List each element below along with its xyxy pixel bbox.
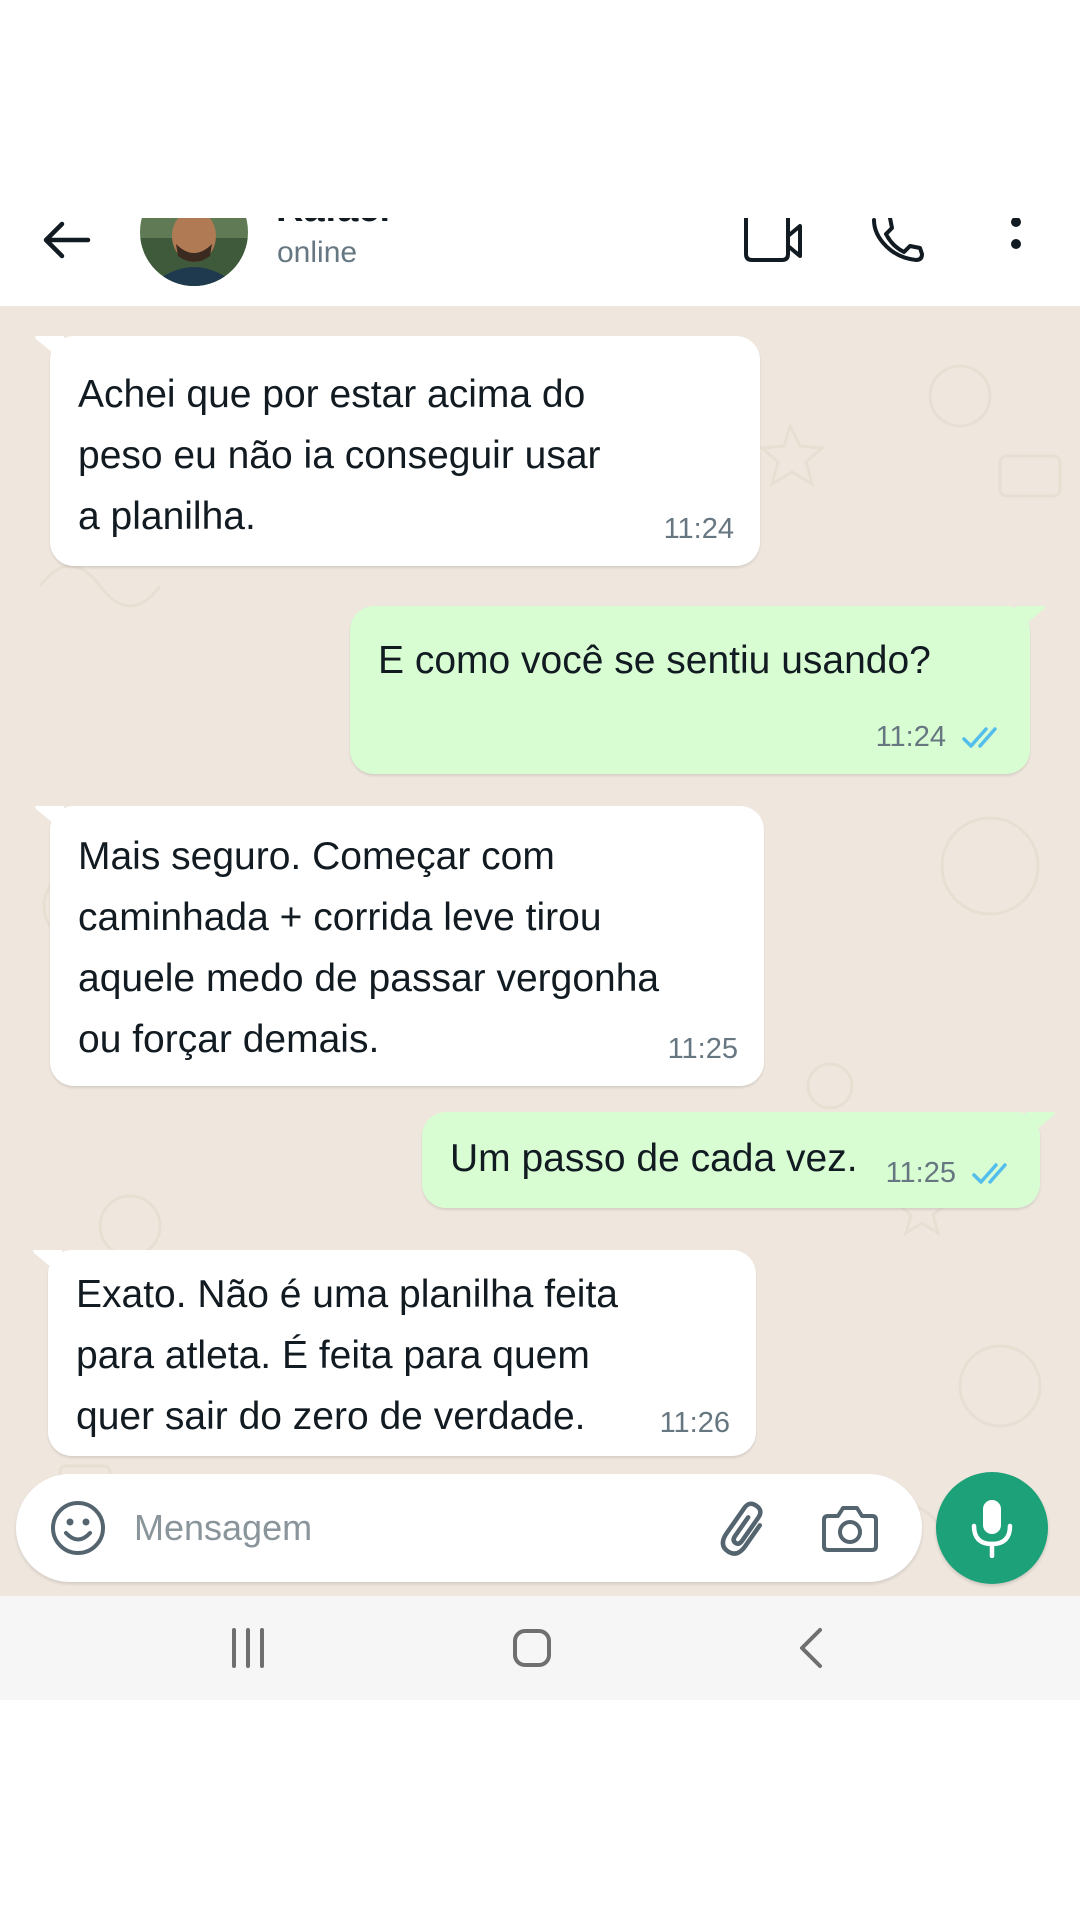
message-meta: 11:26	[660, 1407, 730, 1440]
home-icon[interactable]	[510, 1626, 554, 1670]
bottom-blank-area	[0, 1700, 1080, 1920]
message-bubble-incoming[interactable]: Achei que por estar acima do peso eu não…	[35, 336, 760, 566]
bubble-tail	[1016, 606, 1045, 632]
emoji-icon[interactable]	[50, 1500, 106, 1556]
message-text: Exato. Não é uma planilha feita para atl…	[76, 1273, 619, 1438]
message-bubble-outgoing[interactable]: Um passo de cada vez. 11:25	[422, 1112, 1055, 1208]
contact-status: online	[277, 236, 358, 269]
message-meta: 11:24	[876, 721, 1004, 754]
message-text: E como você se sentiu usando?	[378, 639, 931, 682]
more-vertical-icon[interactable]	[1004, 218, 1028, 264]
message-list[interactable]: Achei que por estar acima do peso eu não…	[0, 306, 1080, 1596]
microphone-icon	[971, 1500, 1013, 1558]
message-time: 11:26	[659, 1407, 730, 1439]
message-bubble-incoming[interactable]: Mais seguro. Começar com caminhada + cor…	[35, 806, 764, 1086]
message-text: Achei que por estar acima do peso eu não…	[78, 373, 601, 538]
message-text: Mais seguro. Começar com caminhada + cor…	[78, 835, 660, 1061]
message-time: 11:24	[875, 721, 946, 753]
camera-icon[interactable]	[822, 1502, 878, 1554]
message-bubble-outgoing[interactable]: E como você se sentiu usando? 11:24	[350, 606, 1045, 774]
message-meta: 11:24	[664, 513, 734, 546]
bubble-tail	[35, 336, 64, 362]
bubble-tail	[35, 806, 64, 832]
message-meta: 11:25	[886, 1157, 1014, 1190]
system-back-icon[interactable]	[796, 1626, 826, 1670]
bubble-tail	[33, 1250, 62, 1276]
video-camera-icon[interactable]	[742, 218, 804, 264]
contact-name[interactable]: Rafael	[276, 218, 390, 231]
chat-header: Rafael online	[0, 218, 1080, 306]
avatar[interactable]	[140, 218, 248, 286]
message-time: 11:25	[667, 1033, 738, 1065]
message-meta: 11:25	[668, 1033, 738, 1066]
voice-message-button[interactable]	[936, 1472, 1048, 1584]
message-input[interactable]	[134, 1500, 694, 1556]
back-arrow-icon[interactable]	[40, 218, 92, 262]
message-bubble-incoming[interactable]: Exato. Não é uma planilha feita para atl…	[33, 1250, 756, 1456]
double-check-icon	[962, 726, 997, 748]
recent-apps-icon[interactable]	[226, 1626, 270, 1670]
message-time: 11:25	[885, 1157, 956, 1189]
double-check-icon	[972, 1162, 1007, 1184]
message-composer	[16, 1474, 922, 1582]
message-time: 11:24	[663, 513, 734, 545]
paperclip-icon[interactable]	[716, 1498, 774, 1558]
phone-icon[interactable]	[870, 218, 926, 264]
bubble-tail	[1026, 1112, 1055, 1138]
system-navigation-bar	[0, 1596, 1080, 1700]
top-blank-area	[0, 0, 1080, 218]
